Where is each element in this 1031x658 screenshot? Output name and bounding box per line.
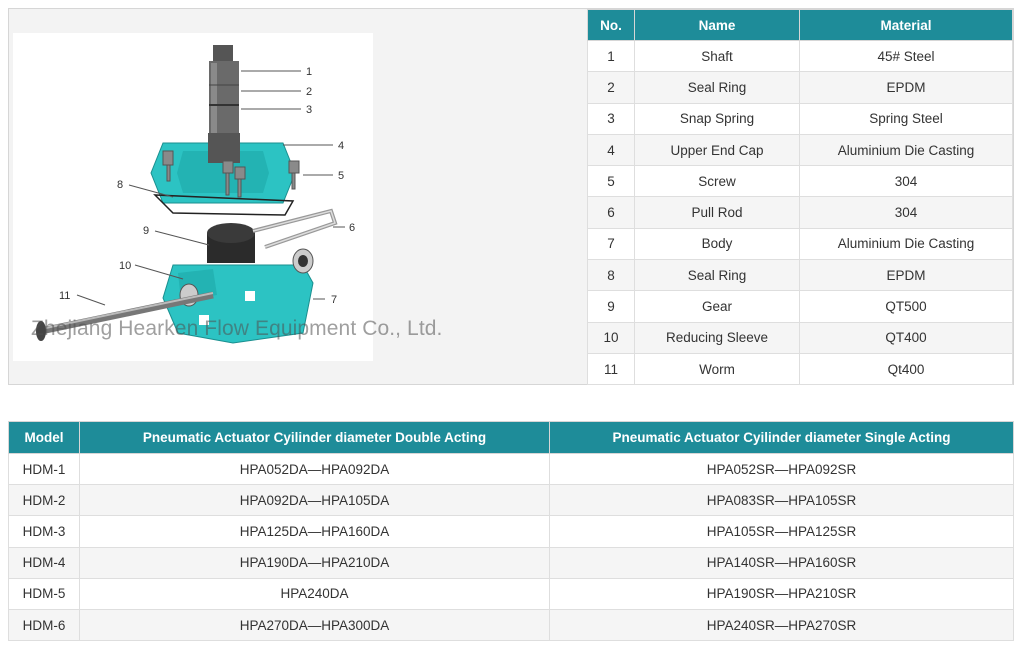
column-header-no: No.	[587, 9, 635, 41]
cell-name: Screw	[634, 165, 800, 198]
cell-model: HDM-1	[8, 452, 80, 486]
table-row: 2 Seal Ring EPDM	[587, 71, 1013, 104]
cell-single-acting: HPA240SR—HPA270SR	[549, 608, 1014, 642]
table-row: 9 Gear QT500	[587, 290, 1013, 323]
table-row: 1 Shaft 45# Steel	[587, 39, 1013, 73]
cell-no: 8	[587, 259, 635, 292]
table-header-row: No. Name Material	[587, 9, 1013, 41]
cell-no: 6	[587, 196, 635, 229]
callout-11: 11	[59, 290, 70, 302]
cell-no: 5	[587, 165, 635, 198]
callout-3: 3	[306, 104, 312, 116]
table-row: HDM-2 HPA092DA—HPA105DA HPA083SR—HPA105SR	[8, 484, 1014, 517]
cell-material: 45# Steel	[799, 39, 1013, 73]
parts-material-table: No. Name Material 1 Shaft 45# Steel 2 Seal …	[587, 9, 1013, 386]
cell-double-acting: HPA052DA—HPA092DA	[79, 452, 550, 486]
cell-no: 1	[587, 39, 635, 73]
cell-no: 11	[587, 352, 635, 386]
exploded-diagram-panel: 1 2 3 4 5 6 7 8 9 10 11 Zhejiang Hearken…	[9, 9, 587, 384]
cell-model: HDM-3	[8, 515, 80, 548]
cell-material: QT500	[799, 290, 1013, 323]
table-row: HDM-6 HPA270DA—HPA300DA HPA240SR—HPA270SR	[8, 608, 1014, 642]
callout-10: 10	[119, 260, 131, 272]
cell-double-acting: HPA190DA—HPA210DA	[79, 546, 550, 579]
table-row: 8 Seal Ring EPDM	[587, 259, 1013, 292]
cell-material: Qt400	[799, 352, 1013, 386]
table-row: HDM-5 HPA240DA HPA190SR—HPA210SR	[8, 577, 1014, 610]
column-header-single-acting: Pneumatic Actuator Cyilinder diameter Si…	[549, 421, 1014, 454]
cell-model: HDM-6	[8, 608, 80, 642]
cell-no: 9	[587, 290, 635, 323]
cell-material: Aluminium Die Casting	[799, 227, 1013, 261]
cell-name: Upper End Cap	[634, 133, 800, 167]
cell-name: Shaft	[634, 39, 800, 73]
pull-rod-part	[252, 208, 338, 249]
cell-material: 304	[799, 165, 1013, 198]
cell-name: Seal Ring	[634, 259, 800, 292]
callout-7: 7	[331, 294, 337, 306]
table-row: 7 Body Aluminium Die Casting	[587, 227, 1013, 261]
cell-model: HDM-2	[8, 484, 80, 517]
cell-name: Pull Rod	[634, 196, 800, 229]
column-header-material: Material	[799, 9, 1013, 41]
company-watermark: Zhejiang Hearken Flow Equipment Co., Ltd…	[31, 317, 443, 340]
cell-model: HDM-4	[8, 546, 80, 579]
cell-material: Spring Steel	[799, 102, 1013, 135]
cell-name: Worm	[634, 352, 800, 386]
cell-material: EPDM	[799, 259, 1013, 292]
callout-5: 5	[338, 170, 344, 182]
cell-no: 3	[587, 102, 635, 135]
cell-double-acting: HPA240DA	[79, 577, 550, 610]
table-row: 5 Screw 304	[587, 165, 1013, 198]
model-cylinder-table: Model Pneumatic Actuator Cyilinder diame…	[8, 421, 1014, 642]
table-row: HDM-4 HPA190DA—HPA210DA HPA140SR—HPA160SR	[8, 546, 1014, 579]
cell-single-acting: HPA140SR—HPA160SR	[549, 546, 1014, 579]
callout-9: 9	[143, 225, 149, 237]
cell-material: Aluminium Die Casting	[799, 133, 1013, 167]
cell-single-acting: HPA083SR—HPA105SR	[549, 484, 1014, 517]
table-row: 10 Reducing Sleeve QT400	[587, 321, 1013, 354]
cell-material: 304	[799, 196, 1013, 229]
table-row: 3 Snap Spring Spring Steel	[587, 102, 1013, 135]
exploded-diagram-image: 1 2 3 4 5 6 7 8 9 10 11	[13, 33, 373, 361]
top-section: 1 2 3 4 5 6 7 8 9 10 11 Zhejiang Hearken…	[8, 8, 1014, 386]
callout-6: 6	[349, 222, 355, 234]
cell-name: Gear	[634, 290, 800, 323]
cell-name: Body	[634, 227, 800, 261]
cell-model: HDM-5	[8, 577, 80, 610]
cell-no: 4	[587, 133, 635, 167]
column-header-name: Name	[634, 9, 800, 41]
column-header-model: Model	[8, 421, 80, 454]
screw-part	[162, 150, 174, 166]
callout-1: 1	[306, 66, 312, 78]
shaft-part	[213, 45, 233, 63]
cell-no: 2	[587, 71, 635, 104]
cell-single-acting: HPA190SR—HPA210SR	[549, 577, 1014, 610]
table-row: HDM-1 HPA052DA—HPA092DA HPA052SR—HPA092SR	[8, 452, 1014, 486]
cell-name: Reducing Sleeve	[634, 321, 800, 354]
table-row: 11 Worm Qt400	[587, 352, 1013, 386]
cell-single-acting: HPA052SR—HPA092SR	[549, 452, 1014, 486]
table-header-row: Model Pneumatic Actuator Cyilinder diame…	[8, 421, 1014, 454]
cell-name: Snap Spring	[634, 102, 800, 135]
table-row: 4 Upper End Cap Aluminium Die Casting	[587, 133, 1013, 167]
cell-material: QT400	[799, 321, 1013, 354]
cell-single-acting: HPA105SR—HPA125SR	[549, 515, 1014, 548]
cell-no: 7	[587, 227, 635, 261]
callout-8: 8	[117, 179, 123, 191]
cell-name: Seal Ring	[634, 71, 800, 104]
cell-double-acting: HPA270DA—HPA300DA	[79, 608, 550, 642]
column-header-double-acting: Pneumatic Actuator Cyilinder diameter Do…	[79, 421, 550, 454]
cell-double-acting: HPA125DA—HPA160DA	[79, 515, 550, 548]
callout-4: 4	[338, 140, 344, 152]
table-row: 6 Pull Rod 304	[587, 196, 1013, 229]
cell-double-acting: HPA092DA—HPA105DA	[79, 484, 550, 517]
callout-2: 2	[306, 86, 312, 98]
cell-no: 10	[587, 321, 635, 354]
cell-material: EPDM	[799, 71, 1013, 104]
table-row: HDM-3 HPA125DA—HPA160DA HPA105SR—HPA125SR	[8, 515, 1014, 548]
